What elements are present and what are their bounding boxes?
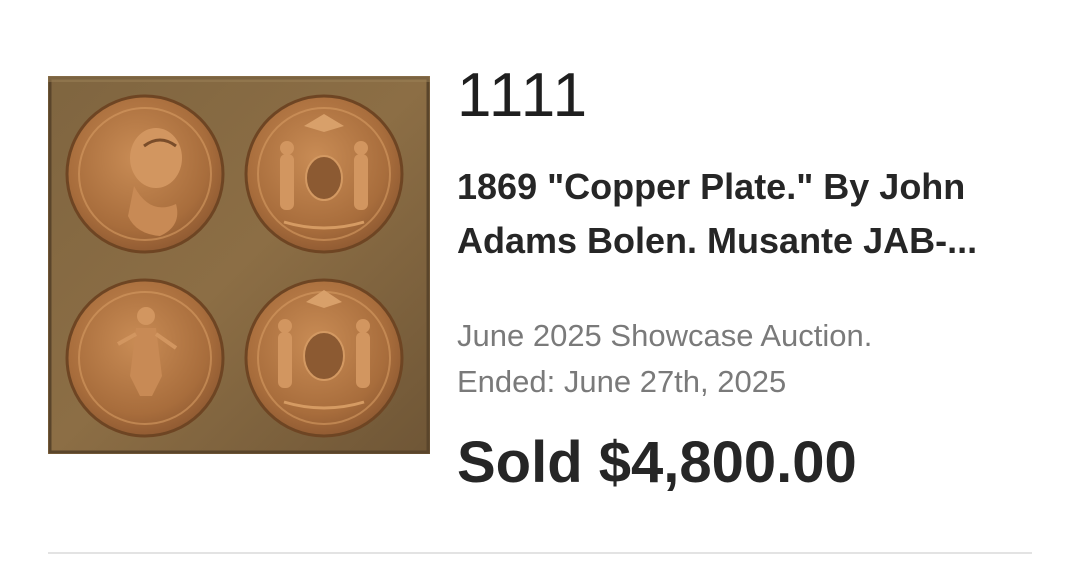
lot-card[interactable]: 1111 1869 "Copper Plate." By John Adams …: [0, 0, 1080, 565]
divider: [48, 552, 1032, 554]
sold-price: Sold $4,800.00: [457, 430, 857, 495]
coat-of-arms-medal-icon: [244, 94, 404, 254]
portrait-medal-icon: [65, 94, 225, 254]
state-seal-medal-icon: [244, 278, 404, 438]
auction-ended-date: Ended: June 27th, 2025: [457, 364, 787, 399]
auction-name: June 2025 Showcase Auction.: [457, 318, 873, 353]
lot-image[interactable]: [48, 76, 430, 454]
lot-title[interactable]: 1869 "Copper Plate." By John Adams Bolen…: [457, 160, 1042, 268]
lot-number: 1111: [457, 61, 590, 130]
standing-figure-medal-icon: [65, 278, 225, 438]
